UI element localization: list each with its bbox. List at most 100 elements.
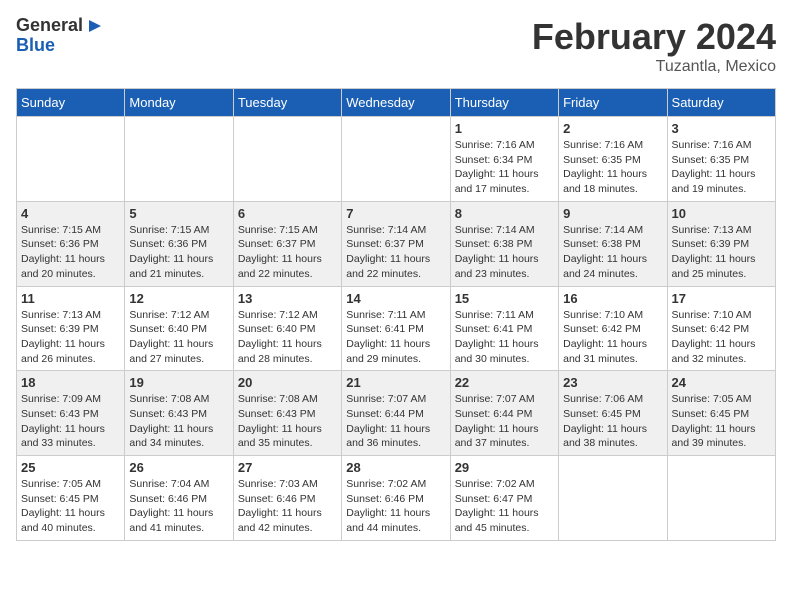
calendar-cell: 16 Sunrise: 7:10 AMSunset: 6:42 PMDaylig… bbox=[559, 286, 667, 371]
day-number: 2 bbox=[563, 121, 662, 136]
day-info: Sunrise: 7:13 AMSunset: 6:39 PMDaylight:… bbox=[672, 223, 771, 282]
day-number: 20 bbox=[238, 375, 337, 390]
calendar-cell: 24 Sunrise: 7:05 AMSunset: 6:45 PMDaylig… bbox=[667, 371, 775, 456]
main-title: February 2024 bbox=[532, 16, 776, 58]
day-info: Sunrise: 7:07 AMSunset: 6:44 PMDaylight:… bbox=[346, 392, 445, 451]
day-number: 11 bbox=[21, 291, 120, 306]
day-info: Sunrise: 7:14 AMSunset: 6:38 PMDaylight:… bbox=[455, 223, 554, 282]
calendar-cell: 15 Sunrise: 7:11 AMSunset: 6:41 PMDaylig… bbox=[450, 286, 558, 371]
day-number: 4 bbox=[21, 206, 120, 221]
day-number: 10 bbox=[672, 206, 771, 221]
calendar-cell: 20 Sunrise: 7:08 AMSunset: 6:43 PMDaylig… bbox=[233, 371, 341, 456]
day-info: Sunrise: 7:16 AMSunset: 6:35 PMDaylight:… bbox=[672, 138, 771, 197]
calendar-cell: 13 Sunrise: 7:12 AMSunset: 6:40 PMDaylig… bbox=[233, 286, 341, 371]
day-number: 27 bbox=[238, 460, 337, 475]
day-info: Sunrise: 7:09 AMSunset: 6:43 PMDaylight:… bbox=[21, 392, 120, 451]
calendar-cell: 19 Sunrise: 7:08 AMSunset: 6:43 PMDaylig… bbox=[125, 371, 233, 456]
calendar-cell: 27 Sunrise: 7:03 AMSunset: 6:46 PMDaylig… bbox=[233, 456, 341, 541]
calendar-cell: 1 Sunrise: 7:16 AMSunset: 6:34 PMDayligh… bbox=[450, 117, 558, 202]
day-info: Sunrise: 7:10 AMSunset: 6:42 PMDaylight:… bbox=[672, 308, 771, 367]
day-info: Sunrise: 7:08 AMSunset: 6:43 PMDaylight:… bbox=[238, 392, 337, 451]
calendar-table: SundayMondayTuesdayWednesdayThursdayFrid… bbox=[16, 88, 776, 541]
day-number: 6 bbox=[238, 206, 337, 221]
header-day-thursday: Thursday bbox=[450, 89, 558, 117]
day-info: Sunrise: 7:06 AMSunset: 6:45 PMDaylight:… bbox=[563, 392, 662, 451]
calendar-cell: 8 Sunrise: 7:14 AMSunset: 6:38 PMDayligh… bbox=[450, 201, 558, 286]
day-number: 18 bbox=[21, 375, 120, 390]
day-info: Sunrise: 7:16 AMSunset: 6:34 PMDaylight:… bbox=[455, 138, 554, 197]
calendar-cell bbox=[17, 117, 125, 202]
header-day-wednesday: Wednesday bbox=[342, 89, 450, 117]
calendar-cell bbox=[559, 456, 667, 541]
day-info: Sunrise: 7:15 AMSunset: 6:36 PMDaylight:… bbox=[21, 223, 120, 282]
day-number: 25 bbox=[21, 460, 120, 475]
header-day-tuesday: Tuesday bbox=[233, 89, 341, 117]
calendar-cell: 9 Sunrise: 7:14 AMSunset: 6:38 PMDayligh… bbox=[559, 201, 667, 286]
day-info: Sunrise: 7:16 AMSunset: 6:35 PMDaylight:… bbox=[563, 138, 662, 197]
day-info: Sunrise: 7:11 AMSunset: 6:41 PMDaylight:… bbox=[455, 308, 554, 367]
calendar-cell: 7 Sunrise: 7:14 AMSunset: 6:37 PMDayligh… bbox=[342, 201, 450, 286]
calendar-cell bbox=[125, 117, 233, 202]
day-number: 9 bbox=[563, 206, 662, 221]
header-day-monday: Monday bbox=[125, 89, 233, 117]
day-info: Sunrise: 7:04 AMSunset: 6:46 PMDaylight:… bbox=[129, 477, 228, 536]
day-info: Sunrise: 7:13 AMSunset: 6:39 PMDaylight:… bbox=[21, 308, 120, 367]
calendar-body: 1 Sunrise: 7:16 AMSunset: 6:34 PMDayligh… bbox=[17, 117, 776, 541]
day-info: Sunrise: 7:02 AMSunset: 6:46 PMDaylight:… bbox=[346, 477, 445, 536]
calendar-cell: 10 Sunrise: 7:13 AMSunset: 6:39 PMDaylig… bbox=[667, 201, 775, 286]
day-number: 29 bbox=[455, 460, 554, 475]
day-info: Sunrise: 7:10 AMSunset: 6:42 PMDaylight:… bbox=[563, 308, 662, 367]
calendar-header-row: SundayMondayTuesdayWednesdayThursdayFrid… bbox=[17, 89, 776, 117]
calendar-cell: 6 Sunrise: 7:15 AMSunset: 6:37 PMDayligh… bbox=[233, 201, 341, 286]
day-number: 15 bbox=[455, 291, 554, 306]
day-number: 23 bbox=[563, 375, 662, 390]
day-number: 3 bbox=[672, 121, 771, 136]
day-number: 7 bbox=[346, 206, 445, 221]
calendar-cell: 14 Sunrise: 7:11 AMSunset: 6:41 PMDaylig… bbox=[342, 286, 450, 371]
sub-title: Tuzantla, Mexico bbox=[532, 58, 776, 76]
day-number: 13 bbox=[238, 291, 337, 306]
calendar-cell: 4 Sunrise: 7:15 AMSunset: 6:36 PMDayligh… bbox=[17, 201, 125, 286]
day-info: Sunrise: 7:07 AMSunset: 6:44 PMDaylight:… bbox=[455, 392, 554, 451]
calendar-cell: 23 Sunrise: 7:06 AMSunset: 6:45 PMDaylig… bbox=[559, 371, 667, 456]
logo: General Blue bbox=[16, 16, 105, 56]
day-info: Sunrise: 7:05 AMSunset: 6:45 PMDaylight:… bbox=[672, 392, 771, 451]
calendar-cell: 17 Sunrise: 7:10 AMSunset: 6:42 PMDaylig… bbox=[667, 286, 775, 371]
calendar-cell: 22 Sunrise: 7:07 AMSunset: 6:44 PMDaylig… bbox=[450, 371, 558, 456]
calendar-cell: 11 Sunrise: 7:13 AMSunset: 6:39 PMDaylig… bbox=[17, 286, 125, 371]
day-number: 19 bbox=[129, 375, 228, 390]
day-number: 5 bbox=[129, 206, 228, 221]
calendar-week-5: 25 Sunrise: 7:05 AMSunset: 6:45 PMDaylig… bbox=[17, 456, 776, 541]
day-info: Sunrise: 7:11 AMSunset: 6:41 PMDaylight:… bbox=[346, 308, 445, 367]
calendar-cell: 26 Sunrise: 7:04 AMSunset: 6:46 PMDaylig… bbox=[125, 456, 233, 541]
calendar-cell: 25 Sunrise: 7:05 AMSunset: 6:45 PMDaylig… bbox=[17, 456, 125, 541]
calendar-cell bbox=[233, 117, 341, 202]
header-day-saturday: Saturday bbox=[667, 89, 775, 117]
day-number: 17 bbox=[672, 291, 771, 306]
day-info: Sunrise: 7:14 AMSunset: 6:37 PMDaylight:… bbox=[346, 223, 445, 282]
calendar-cell: 18 Sunrise: 7:09 AMSunset: 6:43 PMDaylig… bbox=[17, 371, 125, 456]
calendar-cell bbox=[667, 456, 775, 541]
calendar-week-3: 11 Sunrise: 7:13 AMSunset: 6:39 PMDaylig… bbox=[17, 286, 776, 371]
day-info: Sunrise: 7:03 AMSunset: 6:46 PMDaylight:… bbox=[238, 477, 337, 536]
calendar-cell: 21 Sunrise: 7:07 AMSunset: 6:44 PMDaylig… bbox=[342, 371, 450, 456]
day-info: Sunrise: 7:15 AMSunset: 6:36 PMDaylight:… bbox=[129, 223, 228, 282]
day-info: Sunrise: 7:12 AMSunset: 6:40 PMDaylight:… bbox=[238, 308, 337, 367]
calendar-cell: 3 Sunrise: 7:16 AMSunset: 6:35 PMDayligh… bbox=[667, 117, 775, 202]
day-info: Sunrise: 7:15 AMSunset: 6:37 PMDaylight:… bbox=[238, 223, 337, 282]
day-number: 14 bbox=[346, 291, 445, 306]
day-info: Sunrise: 7:08 AMSunset: 6:43 PMDaylight:… bbox=[129, 392, 228, 451]
day-info: Sunrise: 7:02 AMSunset: 6:47 PMDaylight:… bbox=[455, 477, 554, 536]
day-info: Sunrise: 7:12 AMSunset: 6:40 PMDaylight:… bbox=[129, 308, 228, 367]
calendar-cell bbox=[342, 117, 450, 202]
title-area: February 2024 Tuzantla, Mexico bbox=[532, 16, 776, 76]
day-number: 8 bbox=[455, 206, 554, 221]
header-day-sunday: Sunday bbox=[17, 89, 125, 117]
day-number: 12 bbox=[129, 291, 228, 306]
day-number: 1 bbox=[455, 121, 554, 136]
day-number: 24 bbox=[672, 375, 771, 390]
day-number: 26 bbox=[129, 460, 228, 475]
day-number: 22 bbox=[455, 375, 554, 390]
header: General Blue February 2024 Tuzantla, Mex… bbox=[16, 16, 776, 76]
day-number: 28 bbox=[346, 460, 445, 475]
